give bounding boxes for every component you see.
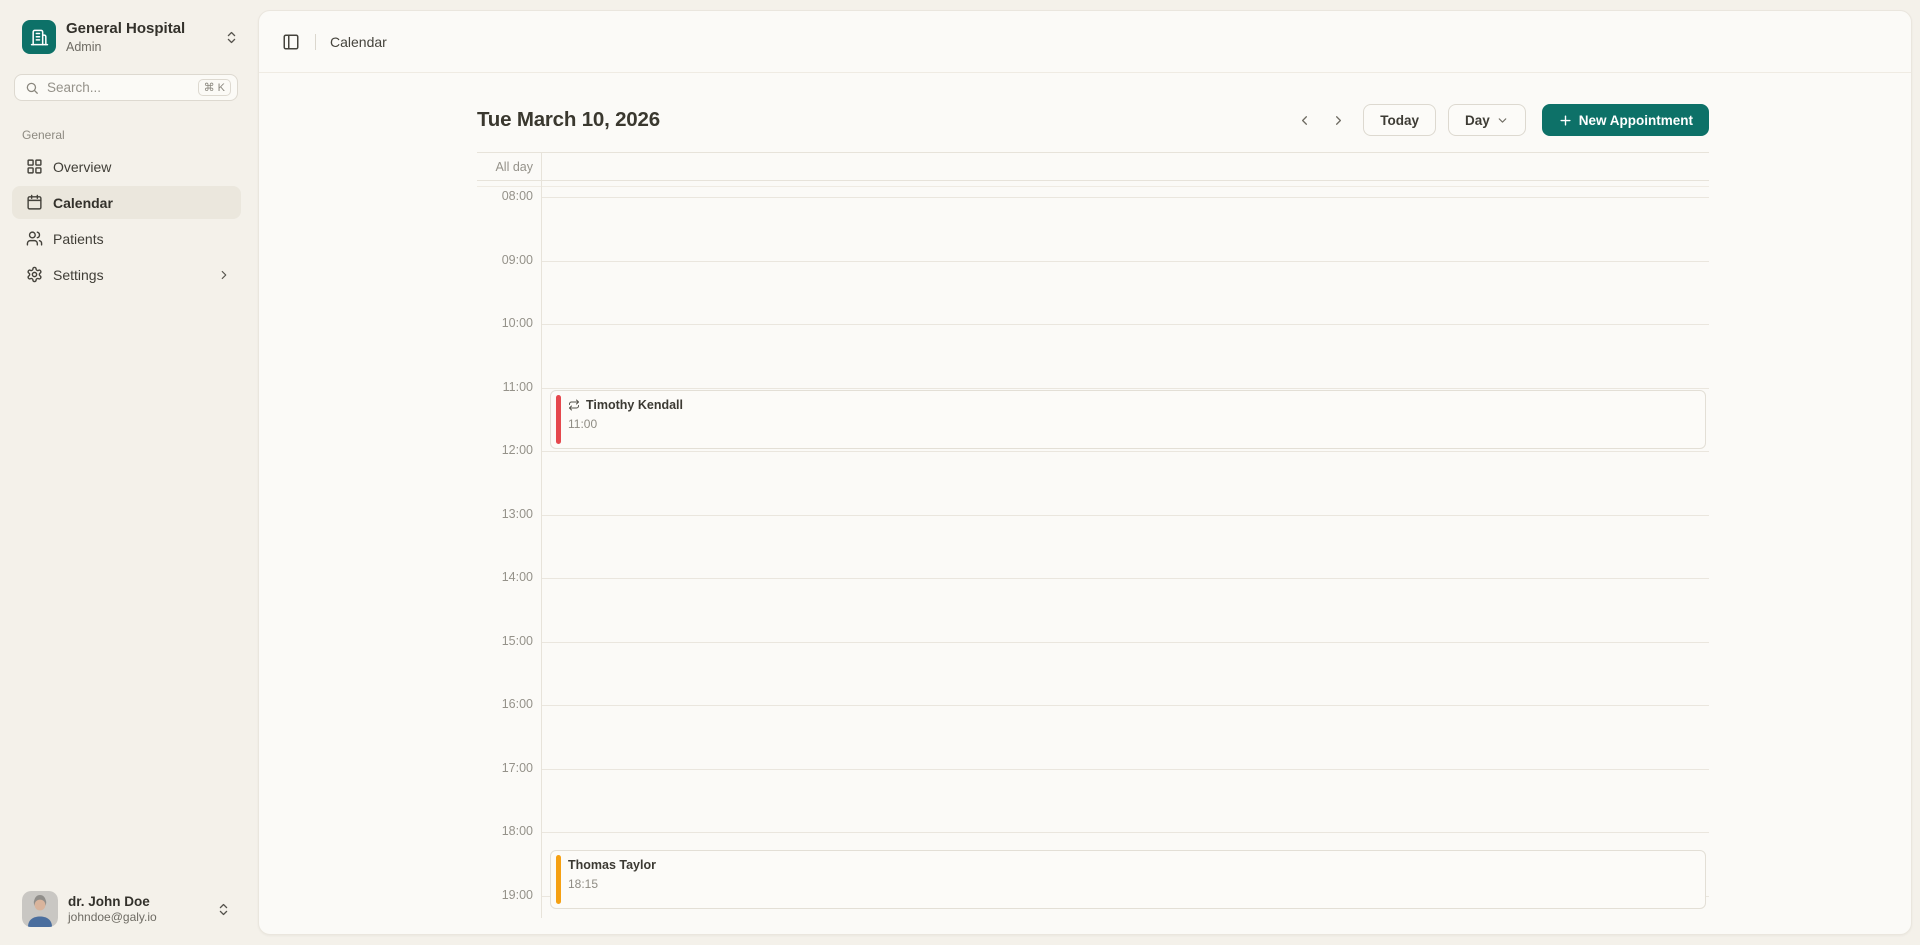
event-title: Timothy Kendall [586,398,683,413]
view-select[interactable]: Day [1448,104,1526,136]
calendar-grid: All day 08:00 09:00 10:00 11:00 12:00 13:00 14… [477,152,1709,918]
calendar-controls: Today Day New Appointment [1291,104,1709,136]
sidebar-item-patients[interactable]: Patients [12,222,241,255]
hour-line [541,705,1709,706]
user-email: johndoe@galy.io [68,910,206,924]
hour-label: 14:00 [477,570,533,584]
today-label: Today [1380,113,1419,128]
hour-label: 19:00 [477,888,533,902]
event-color-bar [556,395,561,445]
topbar: Calendar [259,11,1911,73]
event-time: 18:15 [568,877,1695,891]
hospital-logo [22,20,56,54]
sidebar-nav: Overview Calendar Patients Settings [12,150,241,291]
all-day-label: All day [477,160,533,174]
divider [315,34,316,50]
hour-line [541,261,1709,262]
chevron-left-icon [1297,113,1312,128]
hour-label: 16:00 [477,697,533,711]
layout-grid-icon [26,158,43,175]
sidebar-item-label: Patients [53,231,231,247]
hour-label: 18:00 [477,824,533,838]
hour-line [541,769,1709,770]
org-switcher[interactable]: General Hospital Admin [0,0,253,54]
view-label: Day [1465,113,1490,128]
hour-line [541,642,1709,643]
breadcrumb: Calendar [330,34,387,50]
hour-line [541,832,1709,833]
hour-label: 13:00 [477,507,533,521]
org-role: Admin [66,40,214,54]
search-placeholder: Search... [47,80,198,95]
panel-left-icon [282,33,300,51]
sidebar-toggle-button[interactable] [277,28,305,56]
gutter-divider [541,152,542,918]
chevron-right-icon [1331,113,1346,128]
chevrons-up-down-icon [224,30,239,45]
user-menu[interactable]: dr. John Doe johndoe@galy.io [12,887,241,931]
sidebar-section-label: General [22,128,65,142]
sidebar-item-overview[interactable]: Overview [12,150,241,183]
hour-label: 11:00 [477,380,533,394]
calendar-header: Tue March 10, 2026 Today Day New Appoi [477,73,1709,143]
sidebar-item-label: Overview [53,159,231,175]
sidebar-item-label: Calendar [53,195,231,211]
sidebar: General Hospital Admin Search... ⌘ K Gen… [0,0,253,945]
next-day-button[interactable] [1325,106,1351,134]
hour-line [541,197,1709,198]
hour-label: 08:00 [477,189,533,203]
event-color-bar [556,855,561,905]
appointment-card[interactable]: Thomas Taylor 18:15 [550,850,1706,910]
event-time: 11:00 [568,417,1695,431]
hour-label: 17:00 [477,761,533,775]
chevron-right-icon [217,268,231,282]
hour-line [541,451,1709,452]
repeat-icon [568,399,580,411]
date-title: Tue March 10, 2026 [477,108,660,132]
hour-label: 10:00 [477,316,533,330]
hour-line [541,578,1709,579]
search-input[interactable]: Search... ⌘ K [14,74,238,101]
user-name: dr. John Doe [68,894,206,909]
chevron-down-icon [1496,114,1509,127]
search-icon [25,81,39,95]
appointment-card[interactable]: Timothy Kendall 11:00 [550,390,1706,450]
calendar-view: Tue March 10, 2026 Today Day New Appoi [477,73,1709,918]
today-button[interactable]: Today [1363,104,1436,136]
hospital-icon [30,28,49,47]
all-day-row[interactable]: All day [477,152,1709,181]
chevrons-up-down-icon [216,902,231,917]
search-shortcut-badge: ⌘ K [198,79,231,96]
prev-day-button[interactable] [1291,106,1317,134]
gear-icon [26,266,43,283]
sidebar-item-label: Settings [53,267,207,283]
org-name: General Hospital [66,20,214,37]
avatar [22,891,58,927]
sidebar-item-settings[interactable]: Settings [12,258,241,291]
hour-label: 12:00 [477,443,533,457]
plus-icon [1558,113,1573,128]
time-grid[interactable]: 08:00 09:00 10:00 11:00 12:00 13:00 14:00 15:00… [477,186,1709,918]
sidebar-item-calendar[interactable]: Calendar [12,186,241,219]
hour-line [541,388,1709,389]
main-panel: Calendar Tue March 10, 2026 Today Day [258,10,1912,935]
new-appointment-label: New Appointment [1579,113,1693,128]
users-icon [26,230,43,247]
hour-line [541,324,1709,325]
hour-line [541,515,1709,516]
event-title: Thomas Taylor [568,858,656,873]
new-appointment-button[interactable]: New Appointment [1542,104,1709,136]
hour-label: 09:00 [477,253,533,267]
calendar-icon [26,194,43,211]
hour-label: 15:00 [477,634,533,648]
